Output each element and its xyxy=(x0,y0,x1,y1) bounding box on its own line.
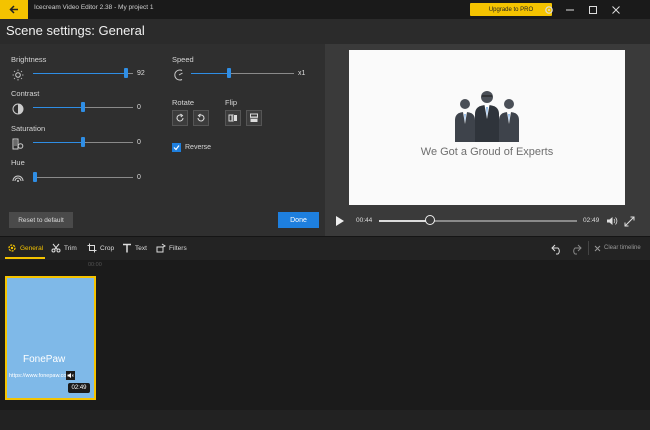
ruler-time-label: 00:00 xyxy=(88,262,102,268)
tab-general[interactable]: General xyxy=(7,239,43,257)
tab-filters[interactable]: Filters xyxy=(156,239,187,257)
checkmark-icon xyxy=(173,145,180,151)
close-icon xyxy=(612,5,620,14)
contrast-icon xyxy=(12,102,24,115)
flip-label: Flip xyxy=(225,98,238,107)
window-title: Icecream Video Editor 2.38 - My project … xyxy=(34,4,154,11)
flip-vertical-button[interactable] xyxy=(246,110,262,126)
hue-icon xyxy=(12,171,24,183)
tab-text-label: Text xyxy=(135,244,147,252)
video-preview[interactable] xyxy=(349,50,625,205)
business-people-illustration xyxy=(455,91,519,142)
speed-gauge-icon xyxy=(173,68,185,81)
page-title: Scene settings: General xyxy=(6,23,145,38)
flip-vertical-icon xyxy=(250,113,258,122)
contrast-value: 0 xyxy=(137,104,141,111)
clip-url-text: https://www.fonepaw.co xyxy=(9,373,67,379)
saturation-label: Saturation xyxy=(11,124,46,133)
fullscreen-icon[interactable] xyxy=(624,214,635,232)
scissors-icon xyxy=(51,243,61,253)
rotate-left-button[interactable] xyxy=(193,110,209,126)
clip-audio-icon[interactable] xyxy=(66,371,75,380)
play-button[interactable] xyxy=(335,214,345,232)
hue-label: Hue xyxy=(11,158,25,167)
tab-trim[interactable]: Trim xyxy=(51,239,77,257)
timeline-track xyxy=(0,272,650,410)
current-time: 00:44 xyxy=(356,217,373,224)
toolbar-divider xyxy=(588,241,589,255)
reverse-label: Reverse xyxy=(185,144,212,151)
saturation-icon xyxy=(12,137,24,150)
tab-crop-label: Crop xyxy=(100,244,115,252)
total-time: 02:49 xyxy=(583,217,600,224)
volume-icon[interactable] xyxy=(606,214,618,232)
tab-trim-label: Trim xyxy=(64,244,77,252)
close-icon xyxy=(594,245,601,251)
tab-text[interactable]: Text xyxy=(122,239,147,257)
back-button[interactable] xyxy=(0,0,28,19)
upgrade-button[interactable]: Upgrade to PRO xyxy=(470,3,552,16)
crop-icon xyxy=(87,243,97,253)
clear-timeline-button[interactable]: Clear timeline xyxy=(594,239,641,257)
flip-horizontal-icon xyxy=(228,114,237,122)
filters-icon xyxy=(156,243,166,253)
reset-to-default-button[interactable]: Reset to default xyxy=(9,212,73,228)
rotate-label: Rotate xyxy=(172,98,195,107)
speed-value: x1 xyxy=(298,70,306,77)
bottom-bar xyxy=(0,410,650,430)
video-caption: We Got a Groud of Experts xyxy=(420,146,554,158)
brightness-label: Brightness xyxy=(11,55,47,64)
redo-icon[interactable] xyxy=(570,242,582,260)
sun-icon xyxy=(12,68,24,81)
arrow-left-icon xyxy=(9,5,18,14)
brightness-value: 92 xyxy=(137,70,145,77)
tab-filters-label: Filters xyxy=(169,244,187,252)
minimize-button[interactable] xyxy=(562,2,578,17)
hue-value: 0 xyxy=(137,174,141,181)
rotate-right-button[interactable] xyxy=(172,110,188,126)
flip-horizontal-button[interactable] xyxy=(225,110,241,126)
saturation-value: 0 xyxy=(137,139,141,146)
clear-timeline-label: Clear timeline xyxy=(604,245,641,251)
maximize-button[interactable] xyxy=(585,2,601,17)
gear-icon xyxy=(8,244,16,252)
seek-progress xyxy=(379,220,430,222)
tab-general-label: General xyxy=(20,244,44,252)
settings-gear-icon[interactable] xyxy=(541,2,557,17)
undo-icon[interactable] xyxy=(551,242,563,260)
rotate-ccw-icon xyxy=(197,113,205,122)
seek-handle[interactable] xyxy=(425,215,435,225)
close-button[interactable] xyxy=(608,2,624,17)
clip-duration-badge: 02:49 xyxy=(68,383,90,393)
rotate-cw-icon xyxy=(176,113,184,122)
contrast-label: Contrast xyxy=(11,89,40,98)
tab-crop[interactable]: Crop xyxy=(87,239,114,257)
clip-logo-text: FonePaw xyxy=(23,354,66,365)
play-icon xyxy=(336,216,344,226)
text-icon xyxy=(123,243,131,253)
active-tab-indicator xyxy=(5,257,45,259)
speed-label: Speed xyxy=(172,55,194,64)
done-button[interactable]: Done xyxy=(278,212,319,228)
timeline-clip[interactable] xyxy=(5,276,96,400)
reverse-checkbox[interactable] xyxy=(172,143,181,152)
